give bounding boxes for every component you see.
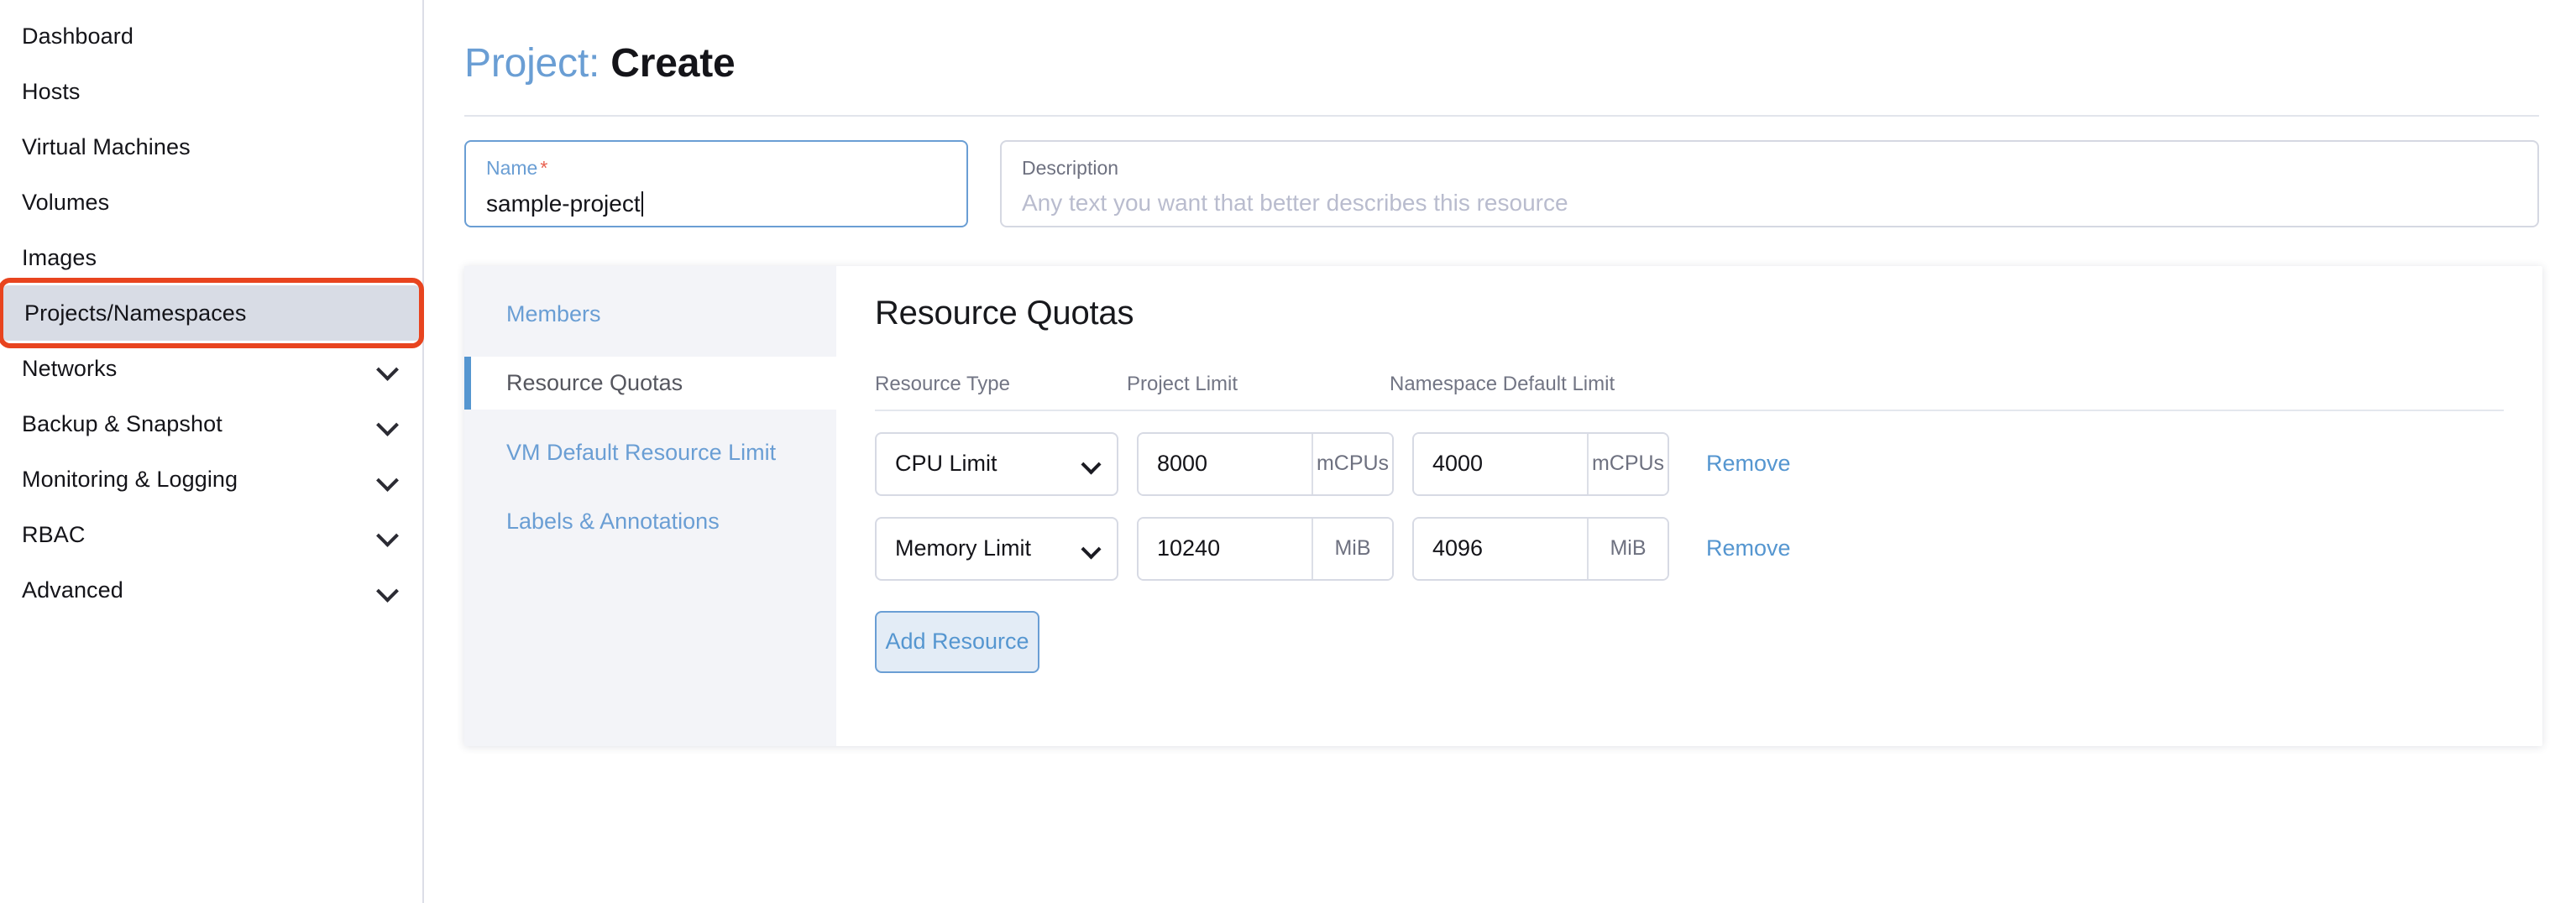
- sidebar-item-label: RBAC: [22, 521, 86, 547]
- sidebar-item-dashboard[interactable]: Dashboard: [0, 8, 422, 64]
- resource-type-value: Memory Limit: [895, 535, 1032, 561]
- main-content: Project: Create Name * sample-project Des…: [424, 0, 2576, 903]
- header-divider: [464, 114, 2539, 117]
- sidebar-item-label: Dashboard: [22, 23, 134, 49]
- remove-quota-link[interactable]: Remove: [1706, 451, 1791, 477]
- project-limit-input[interactable]: 10240: [1139, 518, 1312, 579]
- sidebar-item-monitoring-logging[interactable]: Monitoring & Logging: [0, 452, 422, 507]
- add-resource-button[interactable]: Add Resource: [875, 610, 1039, 673]
- namespace-limit-input[interactable]: 4096: [1414, 518, 1587, 579]
- project-limit-unit: mCPUs: [1312, 433, 1392, 494]
- sidebar-item-label: Images: [22, 244, 97, 270]
- chevron-down-icon[interactable]: [377, 413, 399, 435]
- name-label-text: Name: [486, 156, 538, 179]
- project-limit-group: 10240 MiB: [1137, 516, 1394, 581]
- quota-row: Memory Limit 10240 MiB 4096 MiB Remove: [875, 516, 2542, 581]
- tab-members[interactable]: Members: [464, 288, 836, 341]
- name-field-label: Name *: [486, 156, 946, 179]
- name-input[interactable]: sample-project: [486, 191, 643, 217]
- sidebar-item-label: Volumes: [22, 189, 110, 215]
- chevron-down-icon[interactable]: [377, 524, 399, 545]
- app-root: Dashboard Hosts Virtual Machines Volumes Ima…: [0, 0, 2576, 903]
- sidebar-item-label: Projects/Namespaces: [24, 300, 247, 326]
- sidebar-item-label: Backup & Snapshot: [22, 410, 223, 436]
- project-limit-group: 8000 mCPUs: [1137, 431, 1394, 496]
- sidebar-item-label: Hosts: [22, 78, 81, 104]
- sidebar-item-projects-namespaces[interactable]: Projects/Namespaces: [0, 278, 424, 348]
- resource-type-value: CPU Limit: [895, 451, 997, 477]
- tab-resource-quotas[interactable]: Resource Quotas: [464, 357, 836, 410]
- sidebar-item-label: Monitoring & Logging: [22, 466, 238, 492]
- required-asterisk: *: [540, 156, 548, 179]
- column-header-project-limit: Project Limit: [1127, 372, 1238, 395]
- sidebar-item-label: Virtual Machines: [22, 133, 191, 159]
- sidebar-item-volumes[interactable]: Volumes: [0, 175, 422, 230]
- project-limit-input[interactable]: 8000: [1139, 433, 1312, 494]
- panel-title: Resource Quotas: [875, 294, 1134, 331]
- description-input-placeholder[interactable]: Any text you want that better describes …: [1022, 191, 2517, 215]
- sidebar-item-label: Networks: [22, 355, 118, 381]
- tab-vm-default-resource-limit[interactable]: VM Default Resource Limit: [464, 426, 836, 479]
- sidebar-item-networks[interactable]: Networks: [0, 341, 422, 396]
- remove-quota-link[interactable]: Remove: [1706, 535, 1791, 561]
- quota-table-header: Resource Type Project Limit Namespace De…: [875, 373, 2504, 411]
- sidebar-item-label: Advanced: [22, 577, 123, 603]
- sidebar-item-rbac[interactable]: RBAC: [0, 507, 422, 562]
- name-field[interactable]: Name * sample-project: [464, 139, 968, 227]
- quota-rows: CPU Limit 8000 mCPUs 4000 mCPUs Remove Memory …: [875, 431, 2542, 581]
- sidebar-item-images[interactable]: Images: [0, 230, 422, 285]
- resource-type-select[interactable]: CPU Limit: [875, 431, 1118, 496]
- sidebar-item-advanced[interactable]: Advanced: [0, 562, 422, 618]
- chevron-down-icon[interactable]: [377, 358, 399, 379]
- description-field-label: Description: [1022, 156, 1119, 179]
- chevron-down-icon: [1081, 539, 1102, 560]
- resource-quotas-card: Members Resource Quotas VM Default Resourc…: [464, 265, 2542, 746]
- page-title-prefix: Project:: [464, 41, 600, 86]
- namespace-limit-group: 4096 MiB: [1412, 516, 1669, 581]
- page-title: Project: Create: [464, 0, 2539, 86]
- project-form-row: Name * sample-project Description Any tex…: [464, 139, 2539, 227]
- quota-row: CPU Limit 8000 mCPUs 4000 mCPUs Remove: [875, 431, 2542, 496]
- resource-type-select[interactable]: Memory Limit: [875, 516, 1118, 581]
- sidebar-item-backup-snapshot[interactable]: Backup & Snapshot: [0, 396, 422, 452]
- resource-quotas-panel: Resource Quotas Resource Type Project Li…: [836, 266, 2542, 746]
- namespace-limit-group: 4000 mCPUs: [1412, 431, 1669, 496]
- vertical-tab-list: Members Resource Quotas VM Default Resourc…: [464, 265, 836, 746]
- chevron-down-icon: [1081, 454, 1102, 475]
- sidebar: Dashboard Hosts Virtual Machines Volumes Ima…: [0, 0, 424, 903]
- namespace-limit-unit: mCPUs: [1587, 433, 1668, 494]
- namespace-limit-unit: MiB: [1587, 518, 1668, 579]
- page-title-suffix: Create: [610, 41, 736, 86]
- project-limit-unit: MiB: [1312, 518, 1392, 579]
- column-header-resource-type: Resource Type: [875, 372, 1010, 395]
- chevron-down-icon[interactable]: [377, 468, 399, 490]
- tab-labels-annotations[interactable]: Labels & Annotations: [464, 495, 836, 548]
- description-field[interactable]: Description Any text you want that bette…: [1000, 139, 2539, 227]
- namespace-limit-input[interactable]: 4000: [1414, 433, 1587, 494]
- chevron-down-icon[interactable]: [377, 579, 399, 601]
- column-header-namespace-default-limit: Namespace Default Limit: [1390, 372, 1615, 395]
- sidebar-item-virtual-machines[interactable]: Virtual Machines: [0, 119, 422, 175]
- sidebar-item-hosts[interactable]: Hosts: [0, 64, 422, 119]
